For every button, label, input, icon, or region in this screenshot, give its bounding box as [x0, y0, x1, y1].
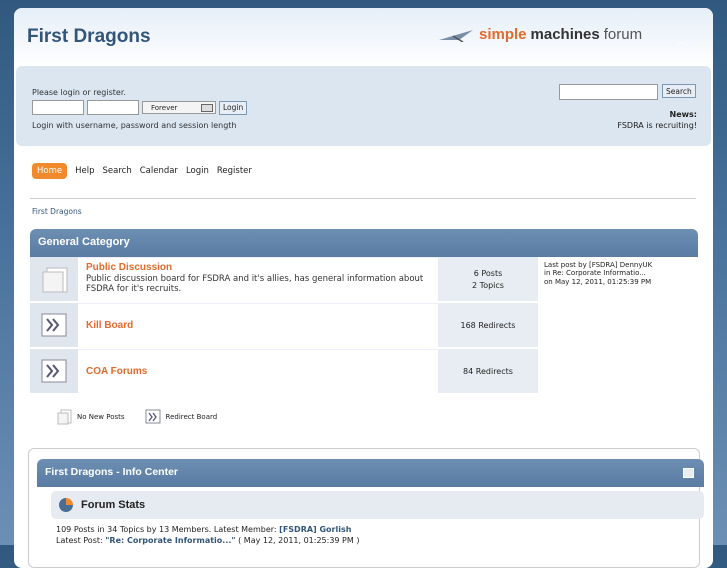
- info-center-header: First Dragons - Info Center: [37, 459, 704, 487]
- last-post: [538, 349, 698, 393]
- menu-search[interactable]: Search: [103, 166, 132, 176]
- search-button[interactable]: Search: [662, 84, 696, 98]
- info-center-title: First Dragons - Info Center: [45, 466, 179, 478]
- forum-title[interactable]: First Dragons: [27, 26, 151, 48]
- category-header[interactable]: General Category: [30, 229, 698, 257]
- post-count: 6 Posts: [473, 268, 503, 278]
- logo-forum: forum: [603, 26, 643, 43]
- board-row: COA Forums 84 Redirects: [30, 349, 698, 393]
- board-row: Public Discussion Public discussion boar…: [30, 257, 698, 301]
- last-post-by[interactable]: Last post by [FSDRA] DennyUK: [544, 261, 692, 269]
- login-button[interactable]: Login: [219, 100, 248, 115]
- legend-redirect-label: Redirect Board: [165, 413, 218, 421]
- search-form: Search: [559, 84, 696, 100]
- latest-post-date: ( May 12, 2011, 01:25:39 PM ): [235, 535, 360, 545]
- menu-help[interactable]: Help: [75, 166, 94, 176]
- latest-post-label: Latest Post:: [56, 535, 106, 545]
- redirect-count: 168 Redirects: [460, 320, 516, 330]
- board-stats: 84 Redirects: [438, 349, 538, 393]
- redirect-icon: [145, 409, 161, 424]
- board-icon-cell[interactable]: [30, 303, 78, 347]
- session-length-value: Forever: [151, 103, 178, 112]
- redirect-count: 84 Redirects: [463, 366, 513, 376]
- board-description: Public discussion board for FSDRA and it…: [86, 274, 424, 294]
- password-input[interactable]: [87, 100, 139, 115]
- redirect-icon: [41, 359, 67, 383]
- board-info: Public Discussion Public discussion boar…: [78, 257, 438, 301]
- board-info: Kill Board: [78, 303, 438, 347]
- smf-logo[interactable]: simple machines forum: [439, 26, 642, 43]
- legend-no-new: No New Posts: [56, 409, 125, 425]
- session-length-select[interactable]: Forever: [142, 101, 216, 114]
- user-section: Please login or register. Forever Login …: [16, 66, 711, 146]
- stats-pie-icon: [59, 498, 73, 512]
- upshrink-icon[interactable]: ︿: [677, 32, 689, 48]
- pen-logo-icon: [439, 29, 473, 42]
- forum-stats-text: 109 Posts in 34 Topics by 13 Members. La…: [56, 525, 359, 547]
- last-post-in[interactable]: in Re: Corporate Informatio...: [544, 269, 692, 277]
- stats-summary: 109 Posts in 34 Topics by 13 Members. La…: [56, 525, 280, 534]
- last-post: [538, 303, 698, 347]
- menu-login[interactable]: Login: [186, 166, 209, 176]
- board-name[interactable]: COA Forums: [86, 366, 147, 377]
- divider: [30, 198, 696, 199]
- main-menu: Home Help Search Calendar Login Register: [32, 163, 252, 179]
- topic-count: 2 Topics: [472, 280, 504, 290]
- login-prompt[interactable]: Please login or register.: [32, 88, 126, 97]
- search-input[interactable]: [559, 84, 658, 100]
- legend-redirect: Redirect Board: [145, 409, 218, 425]
- no-new-posts-icon: [57, 409, 72, 425]
- board-name[interactable]: Kill Board: [86, 320, 133, 331]
- legend-no-new-label: No New Posts: [77, 413, 125, 421]
- board-legend: No New Posts Redirect Board: [56, 409, 217, 425]
- logo-machines: machines: [530, 26, 600, 43]
- board-icon-cell[interactable]: [30, 257, 78, 301]
- board-info: COA Forums: [78, 349, 438, 393]
- logo-simple: simple: [479, 26, 527, 43]
- board-name[interactable]: Public Discussion: [86, 262, 430, 273]
- menu-home[interactable]: Home: [32, 163, 68, 179]
- latest-member-link[interactable]: [FSDRA] Gorlish: [279, 525, 351, 534]
- login-hint: Login with username, password and sessio…: [32, 121, 237, 130]
- last-post: Last post by [FSDRA] DennyUK in Re: Corp…: [538, 257, 698, 301]
- stats-line-1: 109 Posts in 34 Topics by 13 Members. La…: [56, 525, 359, 536]
- last-post-on: on May 12, 2011, 01:25:39 PM: [544, 277, 652, 286]
- board-row: Kill Board 168 Redirects: [30, 303, 698, 347]
- login-form: Forever Login: [32, 100, 248, 115]
- header: First Dragons simple machines forum ︿: [14, 8, 713, 66]
- breadcrumb[interactable]: First Dragons: [32, 207, 82, 216]
- username-input[interactable]: [32, 100, 84, 115]
- page-container: First Dragons simple machines forum ︿ Ple…: [14, 8, 713, 568]
- menu-register[interactable]: Register: [217, 166, 252, 176]
- latest-post-link[interactable]: "Re: Corporate Informatio...": [105, 536, 235, 545]
- board-stats: 168 Redirects: [438, 303, 538, 347]
- redirect-icon: [41, 313, 67, 337]
- menu-calendar[interactable]: Calendar: [140, 166, 178, 176]
- forum-stats-title[interactable]: Forum Stats: [81, 499, 145, 511]
- news-text: FSDRA is recruiting!: [617, 121, 697, 130]
- collapse-icon[interactable]: [683, 468, 694, 478]
- news-title: News:: [669, 110, 697, 119]
- board-icon-cell[interactable]: [30, 349, 78, 393]
- board-stats: 6 Posts 2 Topics: [438, 257, 538, 301]
- no-new-posts-icon: [42, 267, 68, 293]
- dropdown-arrow-icon: [201, 104, 213, 112]
- forum-stats-header: Forum Stats: [51, 491, 704, 519]
